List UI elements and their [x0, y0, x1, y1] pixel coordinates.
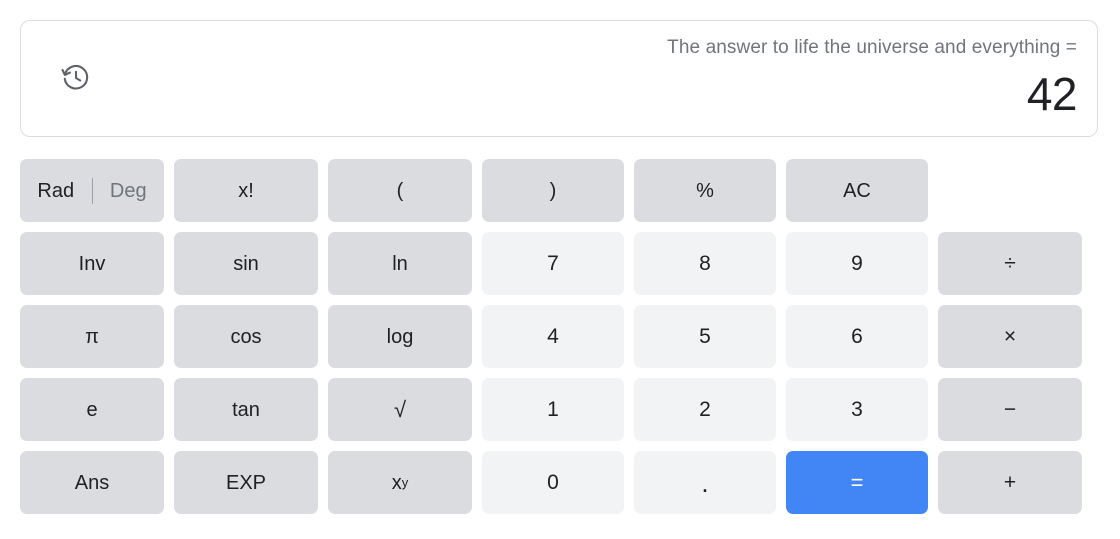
- key-equals[interactable]: =: [786, 451, 928, 514]
- key-3[interactable]: 3: [786, 378, 928, 441]
- key-ln[interactable]: ln: [328, 232, 472, 295]
- key-pi[interactable]: π: [20, 305, 164, 368]
- angle-mode-rad[interactable]: Rad: [20, 181, 92, 201]
- key-factorial[interactable]: x!: [174, 159, 318, 222]
- calculator-display: The answer to life the universe and ever…: [20, 20, 1098, 137]
- expression-text: The answer to life the universe and ever…: [667, 37, 1077, 58]
- key-answer[interactable]: Ans: [20, 451, 164, 514]
- key-exp[interactable]: EXP: [174, 451, 318, 514]
- key-inverse[interactable]: Inv: [20, 232, 164, 295]
- key-tan[interactable]: tan: [174, 378, 318, 441]
- key-all-clear[interactable]: AC: [786, 159, 928, 222]
- key-decimal[interactable]: .: [634, 451, 776, 514]
- key-sin[interactable]: sin: [174, 232, 318, 295]
- key-6[interactable]: 6: [786, 305, 928, 368]
- calculator-app: The answer to life the universe and ever…: [0, 0, 1120, 539]
- key-percent[interactable]: %: [634, 159, 776, 222]
- key-7[interactable]: 7: [482, 232, 624, 295]
- key-0[interactable]: 0: [482, 451, 624, 514]
- angle-mode-deg[interactable]: Deg: [93, 181, 165, 201]
- key-power[interactable]: xy: [328, 451, 472, 514]
- result-value: 42: [1026, 68, 1078, 120]
- history-clock-icon[interactable]: [61, 63, 91, 93]
- key-paren-close[interactable]: ): [482, 159, 624, 222]
- key-cos[interactable]: cos: [174, 305, 318, 368]
- key-sqrt[interactable]: √: [328, 378, 472, 441]
- key-2[interactable]: 2: [634, 378, 776, 441]
- key-minus[interactable]: −: [938, 378, 1082, 441]
- key-paren-open[interactable]: (: [328, 159, 472, 222]
- key-9[interactable]: 9: [786, 232, 928, 295]
- keypad: Rad Deg x! ( ) % AC Inv sin ln 7 8 9 ÷ π…: [20, 159, 1098, 514]
- key-4[interactable]: 4: [482, 305, 624, 368]
- key-log[interactable]: log: [328, 305, 472, 368]
- key-5[interactable]: 5: [634, 305, 776, 368]
- key-8[interactable]: 8: [634, 232, 776, 295]
- display-readout: The answer to life the universe and ever…: [667, 35, 1077, 123]
- key-e[interactable]: e: [20, 378, 164, 441]
- key-divide[interactable]: ÷: [938, 232, 1082, 295]
- angle-mode-toggle[interactable]: Rad Deg: [20, 159, 164, 222]
- key-plus[interactable]: +: [938, 451, 1082, 514]
- key-1[interactable]: 1: [482, 378, 624, 441]
- power-base: x: [391, 471, 402, 494]
- key-multiply[interactable]: ×: [938, 305, 1082, 368]
